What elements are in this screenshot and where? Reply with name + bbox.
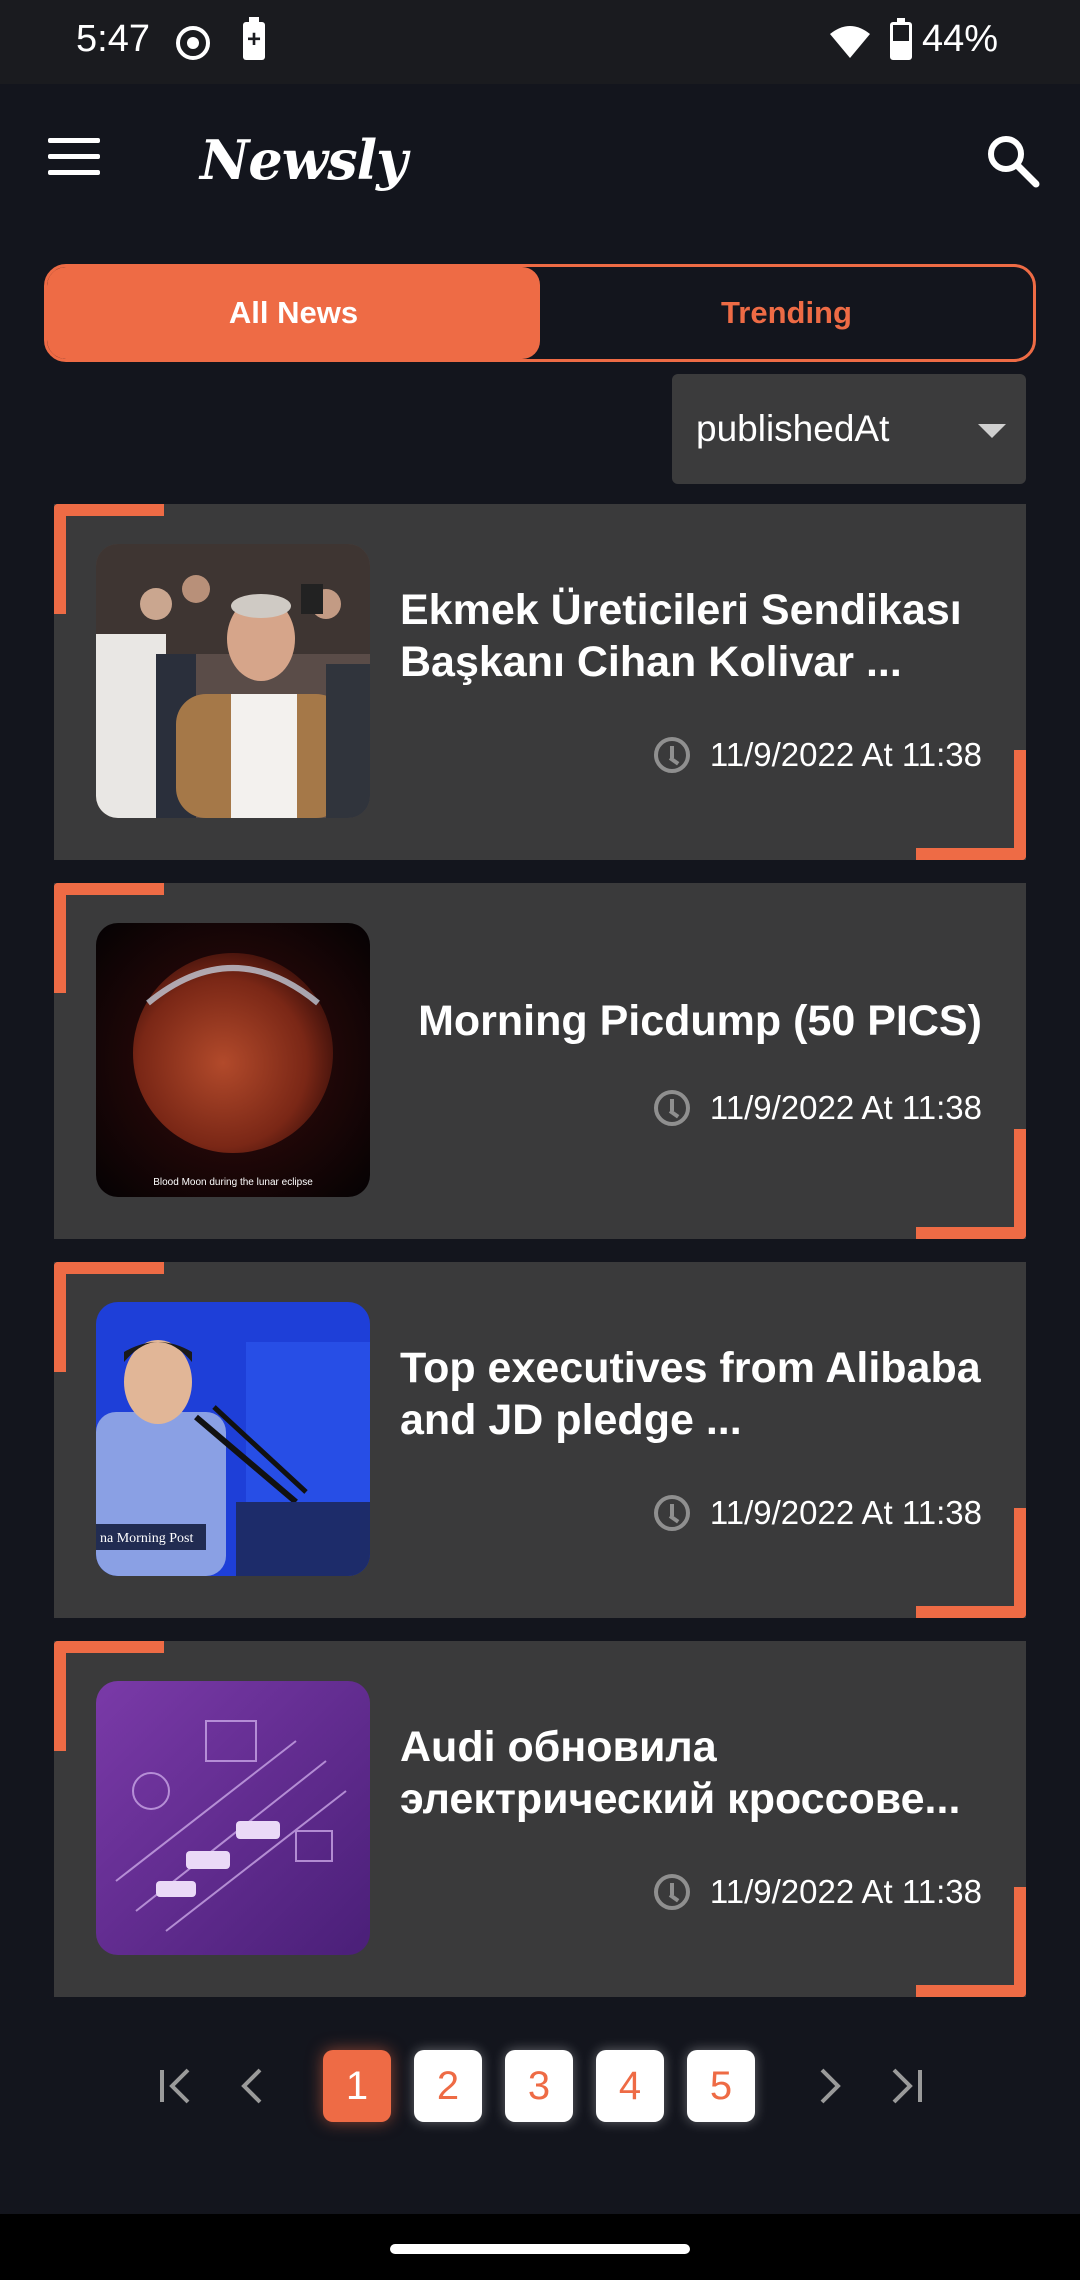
news-date: 11/9/2022 At 11:38 [709,736,982,773]
news-card[interactable]: Audi обновила электрический кроссове... … [54,1641,1026,1997]
battery-saver-icon: + [243,17,265,60]
battery-icon [890,18,912,60]
image-caption: Blood Moon during the lunar eclipse [153,1177,313,1188]
image-caption: na Morning Post [100,1531,193,1546]
news-meta: 11/9/2022 At 11:38 [653,1873,982,1911]
status-bar: 5:47 + 44% [0,0,1080,84]
pagination: 1 2 3 4 5 [0,2050,1080,2122]
news-tabs: All News Trending [44,264,1036,362]
news-thumbnail [96,1681,370,1955]
search-icon[interactable] [982,130,1042,190]
last-page-icon[interactable] [884,2064,928,2108]
news-date: 11/9/2022 At 11:38 [709,1494,982,1531]
news-card[interactable]: Ekmek Üreticileri Sendikası Başkanı Ciha… [54,504,1026,860]
news-card[interactable]: Blood Moon during the lunar eclipse Morn… [54,883,1026,1239]
news-thumbnail: Blood Moon during the lunar eclipse [96,923,370,1197]
screen-record-icon [176,26,210,60]
sort-dropdown[interactable]: publishedAt [672,374,1026,484]
dropdown-caret-icon [978,424,1006,438]
news-meta: 11/9/2022 At 11:38 [653,736,982,774]
wifi-icon [830,26,870,58]
next-page-icon[interactable] [806,2064,850,2108]
sort-value: publishedAt [696,408,890,449]
news-card[interactable]: na Morning Post Top executives from Alib… [54,1262,1026,1618]
page-button[interactable]: 1 [323,2050,391,2122]
news-title: Morning Picdump (50 PICS) [418,997,982,1045]
tab-all-news[interactable]: All News [47,267,540,359]
news-title: Ekmek Üreticileri Sendikası Başkanı Ciha… [400,586,962,686]
news-title: Audi обновила электрический кроссове... [400,1723,961,1823]
page-button[interactable]: 4 [596,2050,664,2122]
tab-trending[interactable]: Trending [540,267,1033,359]
clock-icon [653,1090,690,1126]
status-time: 5:47 [76,18,150,60]
system-nav-bar [0,2214,1080,2280]
news-title: Top executives from Alibaba and JD pledg… [400,1344,981,1444]
news-meta: 11/9/2022 At 11:38 [653,1089,982,1127]
clock-icon [653,1874,690,1910]
page-button[interactable]: 3 [505,2050,573,2122]
first-page-icon[interactable] [154,2064,198,2108]
news-thumbnail [96,544,370,818]
prev-page-icon[interactable] [232,2064,276,2108]
news-date: 11/9/2022 At 11:38 [709,1873,982,1910]
page-button[interactable]: 5 [687,2050,755,2122]
news-meta: 11/9/2022 At 11:38 [653,1494,982,1532]
clock-icon [653,737,690,773]
clock-icon [653,1495,690,1531]
news-date: 11/9/2022 At 11:38 [709,1089,982,1126]
app-logo: Newsly [200,128,407,192]
battery-percent: 44% [922,18,999,60]
home-gesture-handle[interactable] [390,2244,690,2254]
page-button[interactable]: 2 [414,2050,482,2122]
news-thumbnail: na Morning Post [96,1302,370,1576]
card-corner-decoration [916,1129,1026,1239]
menu-icon[interactable] [48,138,106,182]
